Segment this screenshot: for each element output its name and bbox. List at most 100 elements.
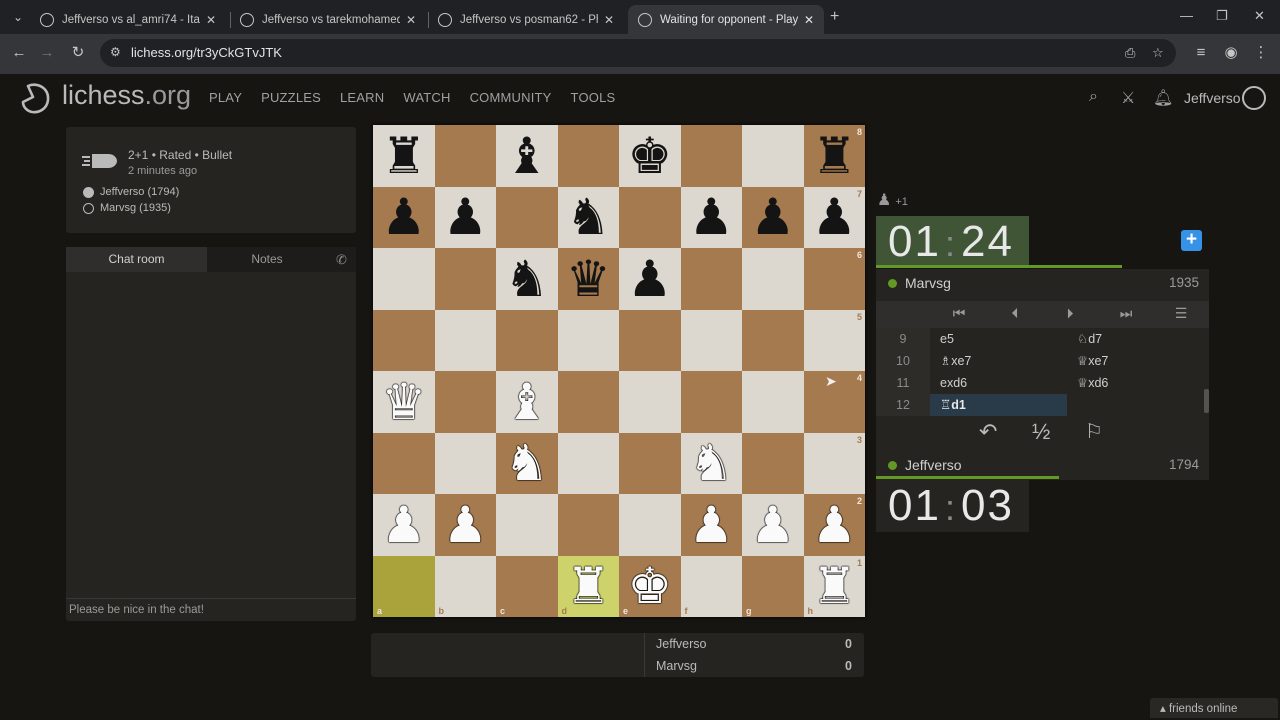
browser-tab-active[interactable]: Waiting for opponent - Play Ma ✕	[628, 5, 824, 34]
square-h2[interactable]: ♟ 2	[803, 494, 865, 556]
phone-icon[interactable]: ✆	[327, 247, 356, 272]
search-icon[interactable]: ⌕	[1089, 88, 1098, 106]
square-a6[interactable]	[373, 248, 435, 310]
forward-icon[interactable]: →	[36, 42, 58, 64]
square-a1[interactable]: a	[373, 555, 435, 617]
white-king-icon[interactable]: ♚	[627, 561, 672, 611]
install-app-icon[interactable]: ⎙	[1125, 45, 1135, 61]
friends-online-button[interactable]: ▴ friends online	[1150, 698, 1278, 718]
black-rook-icon[interactable]: ♜	[381, 131, 426, 181]
square-d8[interactable]	[557, 125, 619, 187]
black-pawn-icon[interactable]: ♟	[443, 192, 488, 242]
square-a3[interactable]	[373, 432, 435, 494]
header-username[interactable]: Jeffverso	[1184, 90, 1241, 106]
next-move-icon[interactable]: ⏵	[1059, 305, 1081, 322]
bell-icon[interactable]: 🔔︎	[1153, 88, 1173, 108]
square-h5[interactable]: 5	[803, 309, 865, 371]
chat-input[interactable]: Please be nice in the chat!	[66, 598, 356, 621]
square-d3[interactable]	[557, 432, 619, 494]
nav-watch[interactable]: WATCH	[403, 90, 450, 105]
move-white-current[interactable]: ♖d1	[930, 394, 1067, 416]
add-time-button[interactable]: +	[1181, 230, 1202, 251]
move-black[interactable]: ♕xd6	[1067, 372, 1204, 394]
white-knight-icon[interactable]: ♞	[689, 438, 734, 488]
browser-tab[interactable]: Jeffverso vs al_amri74 - Italian G ✕	[30, 5, 226, 34]
black-knight-icon[interactable]: ♞	[566, 192, 611, 242]
white-queen-icon[interactable]: ♛	[381, 377, 426, 427]
url-text[interactable]: lichess.org/tr3yCkGTvJTK	[131, 45, 282, 60]
lichess-logo-icon[interactable]	[18, 80, 52, 116]
square-b6[interactable]	[434, 248, 496, 310]
back-icon[interactable]: ←	[8, 42, 30, 64]
minimize-icon[interactable]: —	[1180, 8, 1193, 23]
close-tab-icon[interactable]: ✕	[604, 13, 614, 27]
square-d5[interactable]	[557, 309, 619, 371]
black-pawn-icon[interactable]: ♟	[381, 192, 426, 242]
browser-tab[interactable]: Jeffverso vs tarekmohamedm - ✕	[230, 5, 426, 34]
last-move-icon[interactable]: ⏭	[1115, 305, 1137, 322]
black-knight-icon[interactable]: ♞	[504, 254, 549, 304]
square-d7[interactable]: ♞	[557, 186, 619, 248]
close-tab-icon[interactable]: ✕	[406, 13, 416, 27]
square-f5[interactable]	[680, 309, 742, 371]
nav-puzzles[interactable]: PUZZLES	[261, 90, 321, 105]
square-g4[interactable]	[742, 371, 804, 433]
user-icon[interactable]	[1242, 86, 1266, 110]
nav-community[interactable]: COMMUNITY	[470, 90, 552, 105]
square-c3[interactable]: ♞	[496, 432, 558, 494]
square-f6[interactable]	[680, 248, 742, 310]
square-d4[interactable]	[557, 371, 619, 433]
square-f4[interactable]	[680, 371, 742, 433]
white-pawn-icon[interactable]: ♟	[750, 500, 795, 550]
square-c7[interactable]	[496, 186, 558, 248]
black-pawn-icon[interactable]: ♟	[750, 192, 795, 242]
site-info-icon[interactable]: ⚙	[110, 45, 121, 59]
square-c8[interactable]: ♝	[496, 125, 558, 187]
square-h8[interactable]: ♜ 8	[803, 125, 865, 187]
profile-icon[interactable]: ◉	[1220, 42, 1242, 64]
white-pawn-icon[interactable]: ♟	[443, 500, 488, 550]
square-g7[interactable]: ♟	[742, 186, 804, 248]
nav-learn[interactable]: LEARN	[340, 90, 384, 105]
bookmark-star-icon[interactable]: ☆	[1152, 45, 1164, 61]
top-player-name[interactable]: Marvsg	[905, 275, 951, 291]
swords-icon[interactable]: ⚔	[1121, 88, 1135, 108]
move-list-scrollbar[interactable]	[1204, 389, 1209, 413]
square-h7[interactable]: ♟ 7	[803, 186, 865, 248]
black-king-icon[interactable]: ♚	[627, 131, 672, 181]
move-black[interactable]: ♘d7	[1067, 328, 1204, 350]
square-h3[interactable]: 3	[803, 432, 865, 494]
bottom-player-name[interactable]: Jeffverso	[905, 457, 962, 473]
white-rook-icon[interactable]: ♜	[812, 561, 857, 611]
square-f7[interactable]: ♟	[680, 186, 742, 248]
square-g3[interactable]	[742, 432, 804, 494]
square-b4[interactable]	[434, 371, 496, 433]
square-c1[interactable]: c	[496, 555, 558, 617]
white-pawn-icon[interactable]: ♟	[689, 500, 734, 550]
offer-draw-button[interactable]: ½	[1032, 419, 1050, 445]
prev-move-icon[interactable]: ⏴	[1004, 305, 1026, 322]
white-player-name[interactable]: Jeffverso (1794)	[100, 186, 179, 198]
square-g2[interactable]: ♟	[742, 494, 804, 556]
square-a5[interactable]	[373, 309, 435, 371]
square-e6[interactable]: ♟	[619, 248, 681, 310]
square-b1[interactable]: b	[434, 555, 496, 617]
new-tab-icon[interactable]: +	[830, 8, 839, 26]
square-b3[interactable]	[434, 432, 496, 494]
move-white[interactable]: e5	[930, 328, 1067, 350]
white-bishop-icon[interactable]: ♝	[504, 377, 549, 427]
square-d2[interactable]	[557, 494, 619, 556]
square-a2[interactable]: ♟	[373, 494, 435, 556]
move-black[interactable]: ♕xe7	[1067, 350, 1204, 372]
takeback-button[interactable]: ↶	[979, 419, 997, 445]
square-c4[interactable]: ♝	[496, 371, 558, 433]
square-f3[interactable]: ♞	[680, 432, 742, 494]
square-e7[interactable]	[619, 186, 681, 248]
white-rook-icon[interactable]: ♜	[566, 561, 611, 611]
site-logo-text[interactable]: lichess.org	[62, 80, 191, 111]
square-e4[interactable]	[619, 371, 681, 433]
square-e5[interactable]	[619, 309, 681, 371]
white-player-link[interactable]: Jeffverso (1794)	[83, 186, 179, 198]
square-e8[interactable]: ♚	[619, 125, 681, 187]
first-move-icon[interactable]: ⏮	[948, 305, 970, 322]
